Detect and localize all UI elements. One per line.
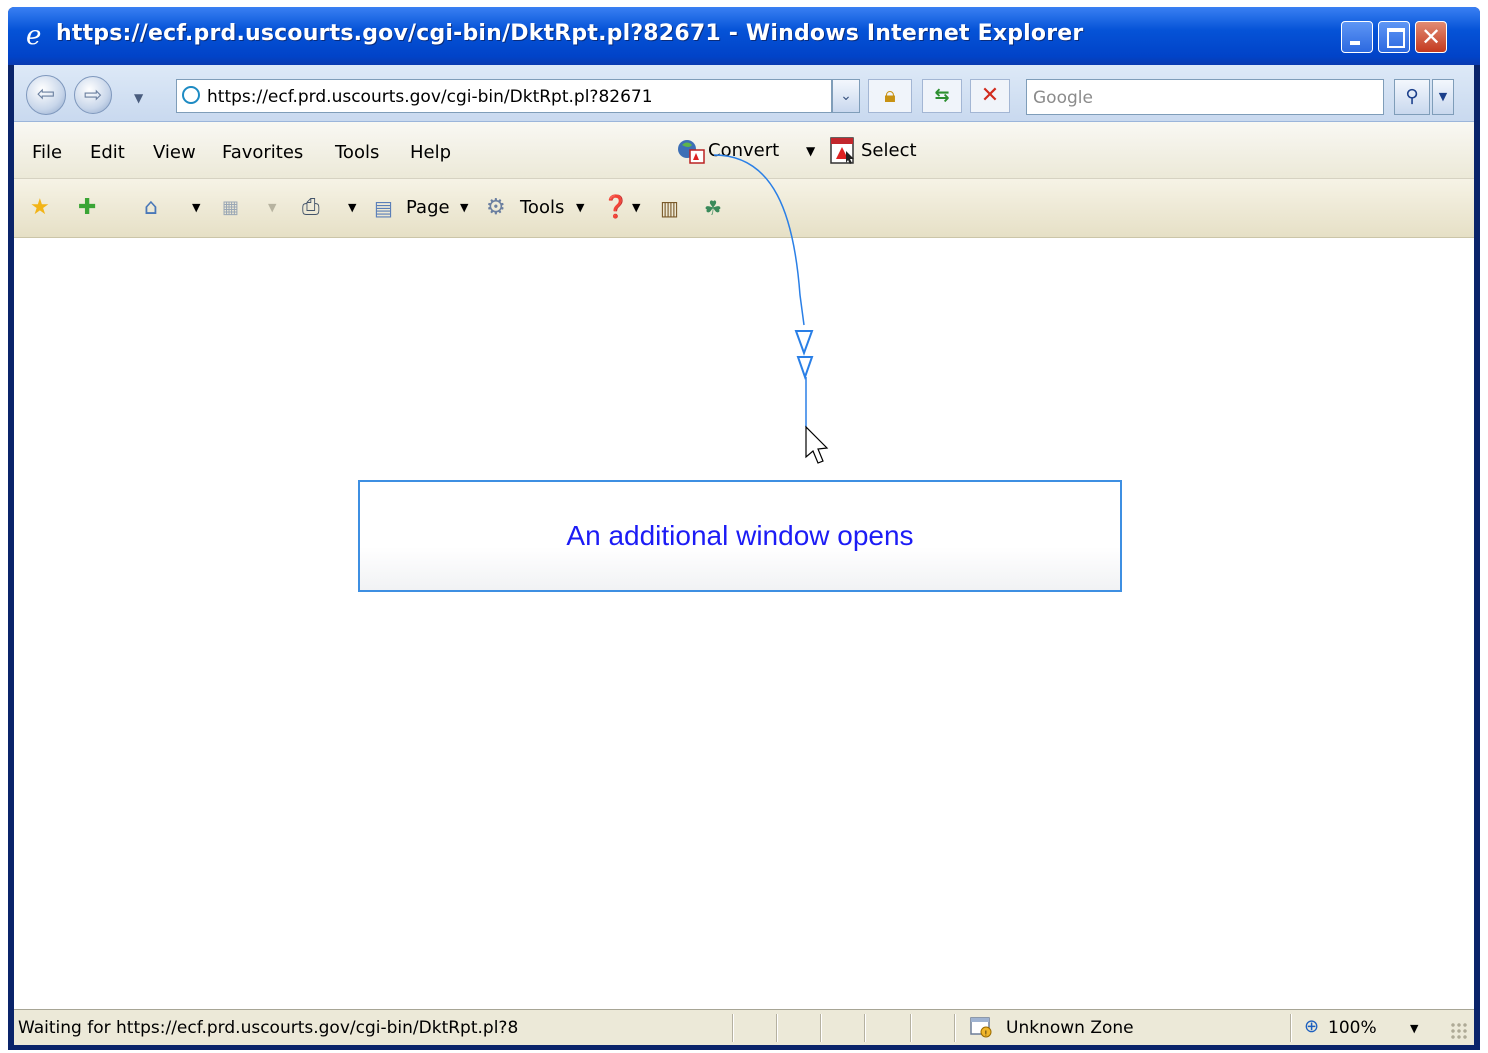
status-divider [910,1014,912,1042]
stop-button[interactable]: ✕ [970,79,1010,113]
help-dropdown-icon[interactable]: ▼ [632,201,640,214]
refresh-button[interactable]: ⇆ [922,79,962,113]
favorites-star-icon[interactable]: ★ [30,195,50,221]
page-content: An additional window opens [14,238,1474,1008]
stop-icon: ✕ [980,83,1000,108]
window-title: https://ecf.prd.uscourts.gov/cgi-bin/Dkt… [56,21,1084,46]
menu-favorites[interactable]: Favorites [222,142,303,163]
security-zone-label[interactable]: Unknown Zone [1006,1018,1134,1038]
chevron-down-icon: ▼ [1438,90,1448,103]
pdf-convert-icon[interactable] [676,138,706,164]
convert-button[interactable]: Convert [708,140,779,161]
feeds-dropdown-icon[interactable]: ▼ [268,201,276,214]
refresh-icon: ⇆ [934,85,950,106]
minimize-icon [1350,41,1360,45]
help-icon[interactable]: ❓ [602,195,629,221]
search-input[interactable]: Google [1026,79,1384,115]
security-lock-button[interactable]: 🔒︎ [868,79,912,113]
search-options-button[interactable]: ▼ [1432,79,1454,115]
home-icon[interactable]: ⌂ [144,195,158,221]
maximize-icon [1387,28,1405,48]
page-dropdown-icon[interactable]: ▼ [460,201,468,214]
page-menu-button[interactable]: Page [406,197,450,218]
browser-window: e https://ecf.prd.uscourts.gov/cgi-bin/D… [8,7,1480,1050]
close-icon: ✕ [1420,23,1442,51]
forward-button[interactable]: ⇨ [74,76,112,114]
back-arrow-icon: ⇦ [36,82,56,107]
menu-bar: File Edit View Favorites Tools Help Conv… [14,122,1474,179]
status-divider [954,1014,956,1042]
page-icon[interactable]: ▤ [374,195,393,221]
convert-dropdown-icon[interactable]: ▼ [806,144,815,158]
status-divider [1290,1014,1292,1042]
home-dropdown-icon[interactable]: ▼ [192,201,200,214]
address-toolbar: ⇦ ⇨ ▼ https://ecf.prd.uscourts.gov/cgi-b… [14,65,1474,122]
research-icon[interactable]: ▥ [660,195,679,221]
gear-icon[interactable]: ⚙ [486,195,506,221]
zoom-icon[interactable]: ⊕ [1304,1016,1319,1037]
recent-pages-dropdown-icon[interactable]: ▼ [134,91,143,105]
zoom-dropdown-icon[interactable]: ▼ [1410,1022,1418,1035]
resize-grip-icon[interactable] [1450,1022,1468,1040]
annotation-callout: An additional window opens [358,480,1122,592]
search-icon: ⚲ [1405,86,1419,107]
add-favorites-icon[interactable]: ✚ [78,195,96,221]
address-field[interactable]: https://ecf.prd.uscourts.gov/cgi-bin/Dkt… [176,79,832,113]
address-dropdown-button[interactable]: ⌄ [832,79,860,113]
status-bar: Waiting for https://ecf.prd.uscourts.gov… [14,1009,1474,1045]
menu-view[interactable]: View [153,142,196,163]
chevron-down-icon: ⌄ [840,88,852,104]
lock-icon: 🔒︎ [884,83,896,108]
menu-tools[interactable]: Tools [335,142,379,163]
ie-logo-icon: e [26,21,42,51]
back-button[interactable]: ⇦ [26,75,66,115]
search-placeholder: Google [1033,88,1093,108]
title-bar[interactable]: e https://ecf.prd.uscourts.gov/cgi-bin/D… [8,7,1480,65]
close-button[interactable]: ✕ [1415,21,1447,53]
svg-text:!: ! [985,1030,988,1038]
callout-text: An additional window opens [566,520,914,551]
print-dropdown-icon[interactable]: ▼ [348,201,356,214]
page-loading-icon [182,86,200,104]
status-divider [776,1014,778,1042]
tools-dropdown-icon[interactable]: ▼ [576,201,584,214]
status-divider [820,1014,822,1042]
print-icon[interactable]: ⎙ [302,195,320,221]
browser-client: ⇦ ⇨ ▼ https://ecf.prd.uscourts.gov/cgi-b… [14,65,1474,1045]
security-zone-icon[interactable]: ! [970,1016,992,1038]
tools-menu-button[interactable]: Tools [520,197,564,218]
messenger-icon[interactable]: ☘ [704,195,722,221]
status-divider [732,1014,734,1042]
maximize-button[interactable] [1378,21,1410,53]
zoom-level[interactable]: 100% [1328,1018,1377,1038]
pdf-select-icon[interactable] [828,135,858,165]
command-bar: ★ ✚ ⌂ ▼ ▦ ▼ ⎙ ▼ ▤ Page ▼ ⚙ Tools ▼ ❓ ▼ ▥… [14,179,1474,238]
status-divider [864,1014,866,1042]
menu-file[interactable]: File [32,142,62,163]
feeds-icon[interactable]: ▦ [222,195,239,221]
select-button[interactable]: Select [861,140,917,161]
minimize-button[interactable] [1341,21,1373,53]
forward-arrow-icon: ⇨ [83,83,103,108]
search-button[interactable]: ⚲ [1394,79,1430,115]
menu-help[interactable]: Help [410,142,451,163]
menu-edit[interactable]: Edit [90,142,125,163]
status-text: Waiting for https://ecf.prd.uscourts.gov… [18,1018,519,1038]
address-url[interactable]: https://ecf.prd.uscourts.gov/cgi-bin/Dkt… [207,87,653,107]
